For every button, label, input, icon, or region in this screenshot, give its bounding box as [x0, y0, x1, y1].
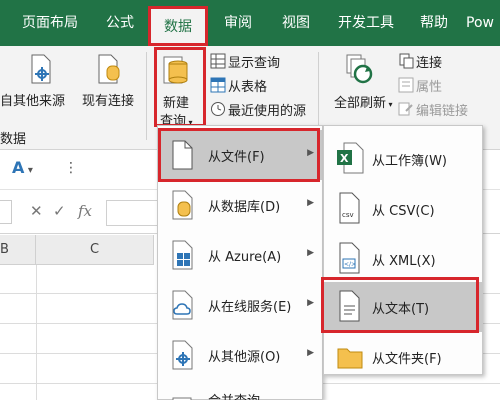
database-icon — [172, 190, 193, 220]
file-icon — [172, 140, 193, 170]
cancel-icon[interactable]: ✕ — [30, 202, 43, 220]
tab-formulas[interactable]: 公式 — [92, 0, 148, 46]
column-header-b[interactable]: B — [0, 235, 36, 265]
azure-icon — [172, 240, 193, 270]
from-other-sources-button[interactable]: 自其他来源 — [0, 90, 65, 109]
new-query-icon — [163, 56, 188, 84]
other-sources-icon — [31, 54, 51, 84]
svg-text:</>: </> — [344, 261, 356, 268]
menu-item-from-online-services[interactable]: 从在线服务(E) ▶ — [158, 280, 322, 330]
new-query-menu: 从文件(F) ▶ 从数据库(D) ▶ 从 Azure(A) ▶ 从在线服务(E) ▶ — [157, 125, 323, 400]
ribbon-tab-bar: 页面布局 公式 数据 审阅 视图 开发工具 帮助 Pow — [0, 0, 500, 46]
insert-function-icon[interactable]: fx — [78, 202, 92, 220]
font-color-icon[interactable]: A ▾ — [12, 158, 33, 177]
svg-text:X: X — [340, 152, 349, 165]
confirm-icon[interactable]: ✓ — [53, 202, 66, 220]
menu-item-from-folder[interactable]: 从文件夹(F) — [324, 332, 482, 382]
formula-input[interactable] — [106, 200, 162, 226]
connections-button[interactable]: 连接 — [416, 52, 442, 71]
group-separator — [146, 52, 147, 140]
show-queries-button[interactable]: 显示查询 — [228, 52, 280, 71]
show-queries-icon — [210, 53, 226, 69]
menu-item-from-azure[interactable]: 从 Azure(A) ▶ — [158, 230, 322, 280]
menu-item-from-csv[interactable]: csv 从 CSV(C) — [324, 184, 482, 234]
properties-button[interactable]: 属性 — [416, 76, 442, 95]
existing-connections-button[interactable]: 现有连接 — [82, 90, 134, 109]
tab-help[interactable]: 帮助 — [406, 0, 462, 46]
tab-power-pivot[interactable]: Pow — [466, 0, 500, 46]
edit-links-icon — [398, 102, 413, 116]
excel-workbook-icon: X — [337, 142, 364, 174]
recent-sources-button[interactable]: 最近使用的源 — [228, 100, 306, 119]
from-table-button[interactable]: 从表格 — [228, 76, 267, 95]
text-file-icon — [339, 290, 360, 322]
menu-item-from-workbook[interactable]: X 从工作簿(W) — [324, 134, 482, 184]
more-icon[interactable]: ⋮ — [64, 160, 78, 176]
menu-item-combine-queries[interactable]: 合并查询 — [158, 380, 322, 400]
online-services-icon — [172, 290, 193, 320]
menu-item-from-database[interactable]: 从数据库(D) ▶ — [158, 180, 322, 230]
csv-file-icon: csv — [339, 192, 360, 224]
tab-view[interactable]: 视图 — [268, 0, 324, 46]
menu-item-from-xml[interactable]: </> 从 XML(X) — [324, 234, 482, 284]
folder-icon — [337, 348, 363, 369]
tab-data[interactable]: 数据 — [150, 8, 206, 46]
new-query-label-1: 新建 — [163, 96, 190, 111]
refresh-all-icon — [346, 54, 373, 84]
group-label-get-data: 数据 — [0, 132, 27, 147]
other-sources-icon — [172, 340, 193, 370]
tab-developer[interactable]: 开发工具 — [326, 0, 406, 46]
properties-icon — [398, 77, 414, 93]
existing-connections-icon — [98, 54, 120, 84]
refresh-all-button[interactable]: 全部刷新 ▾ — [334, 92, 393, 111]
column-line — [36, 265, 37, 400]
connections-icon — [399, 53, 414, 69]
name-box[interactable] — [0, 200, 12, 224]
column-header-c[interactable]: C — [36, 235, 154, 265]
menu-item-from-other-sources[interactable]: 从其他源(O) ▶ — [158, 330, 322, 380]
menu-item-from-file[interactable]: 从文件(F) ▶ — [158, 130, 322, 180]
xml-file-icon: </> — [339, 242, 360, 274]
from-table-icon — [210, 77, 226, 93]
menu-item-from-text[interactable]: 从文本(T) — [324, 282, 482, 332]
combine-queries-icon — [172, 397, 192, 400]
from-file-submenu: X 从工作簿(W) csv 从 CSV(C) </> 从 XML(X) 从文本(… — [321, 125, 483, 375]
svg-text:csv: csv — [342, 211, 354, 219]
tab-review[interactable]: 审阅 — [210, 0, 266, 46]
recent-sources-icon — [211, 102, 225, 116]
edit-links-button[interactable]: 编辑链接 — [416, 100, 468, 119]
tab-page-layout[interactable]: 页面布局 — [10, 0, 90, 46]
